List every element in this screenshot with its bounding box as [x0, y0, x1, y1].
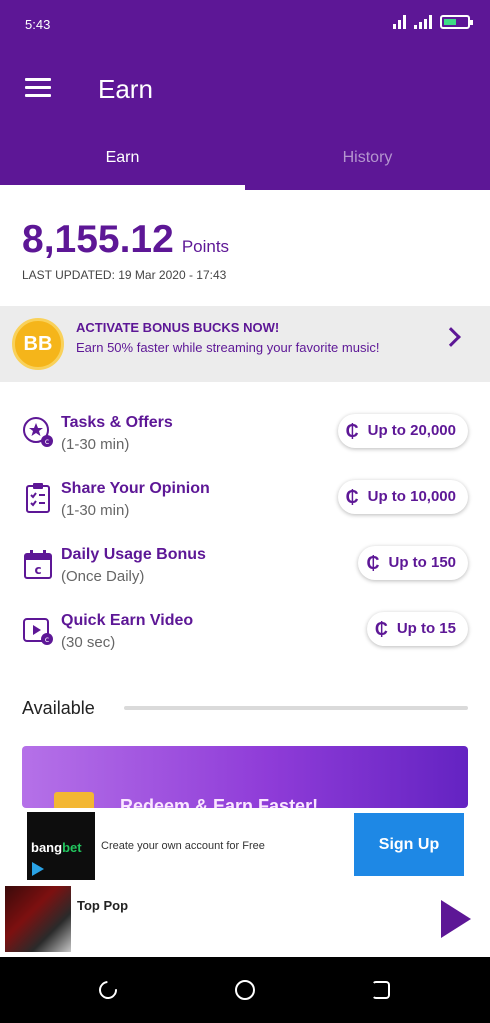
offer-row-tasks[interactable]: c Tasks & Offers (1-30 min) ₵ Up to 20,00…	[0, 412, 490, 472]
section-divider	[124, 706, 468, 710]
points-unit: Points	[181, 237, 230, 256]
redeem-text: Redeem & Earn Faster!	[120, 796, 319, 808]
reward-pill[interactable]: ₵ Up to 20,000	[337, 414, 468, 448]
coin-icon: ₵	[345, 421, 359, 441]
sign-up-button[interactable]: Sign Up	[354, 813, 464, 876]
tab-bar: Earn History	[0, 127, 490, 190]
available-heading: Available	[22, 698, 95, 718]
coin-icon: ₵	[374, 619, 388, 639]
album-art	[5, 886, 71, 952]
offer-duration: (1-30 min)	[61, 502, 130, 519]
reward-text: Up to 10,000	[367, 488, 456, 505]
back-icon[interactable]	[372, 981, 390, 999]
video-coin-icon: c	[23, 618, 53, 645]
tab-history[interactable]: History	[245, 127, 490, 190]
promo-title: ACTIVATE BONUS BUCKS NOW!	[76, 320, 280, 335]
offer-name: Tasks & Offers	[61, 414, 173, 431]
coin-icon: ₵	[345, 487, 359, 507]
page-title: Earn	[98, 74, 153, 104]
offer-duration: (1-30 min)	[61, 436, 130, 453]
bonus-bucks-banner[interactable]: BB ACTIVATE BONUS BUCKS NOW! Earn 50% fa…	[0, 306, 490, 382]
promo-subtitle: Earn 50% faster while streaming your fav…	[76, 340, 380, 355]
star-coin-icon: c	[23, 417, 53, 447]
bonus-bucks-badge-icon: BB	[12, 318, 64, 370]
signal-icon	[393, 15, 406, 29]
mini-player[interactable]: Top Pop	[0, 884, 490, 957]
home-icon[interactable]	[235, 980, 255, 1000]
reward-pill[interactable]: ₵ Up to 15	[366, 612, 468, 646]
song-title: Top Pop	[77, 898, 129, 913]
offer-row-survey[interactable]: Share Your Opinion (1-30 min) ₵ Up to 10,…	[0, 478, 490, 538]
gift-icon	[54, 792, 94, 808]
ad-brand: bang	[31, 840, 63, 855]
play-icon[interactable]	[441, 900, 471, 938]
system-nav-bar	[0, 957, 490, 1023]
status-icons	[393, 15, 473, 29]
calendar-icon: c	[24, 550, 52, 579]
reward-text: Up to 150	[388, 554, 456, 571]
battery-icon	[440, 15, 473, 29]
app-bar: Earn	[0, 52, 490, 127]
svg-text:c: c	[45, 635, 49, 644]
reward-pill[interactable]: ₵ Up to 150	[358, 546, 468, 580]
menu-icon[interactable]	[25, 78, 51, 98]
offer-name: Daily Usage Bonus	[61, 546, 206, 563]
points-value: 8,155.12	[22, 218, 174, 261]
points-balance: 8,155.12 Points	[22, 218, 229, 262]
last-updated: LAST UPDATED: 19 Mar 2020 - 17:43	[22, 268, 227, 282]
offer-row-video[interactable]: c Quick Earn Video (30 sec) ₵ Up to 15	[0, 610, 490, 670]
ad-brand-accent: bet	[62, 840, 82, 855]
svg-text:c: c	[45, 437, 49, 446]
reward-text: Up to 20,000	[367, 422, 456, 439]
redeem-card[interactable]: Redeem & Earn Faster!	[22, 746, 468, 808]
clipboard-icon	[26, 483, 50, 513]
status-bar: 5:43	[0, 0, 490, 52]
ad-play-icon	[32, 862, 44, 876]
reward-text: Up to 15	[396, 620, 456, 637]
chevron-right-icon[interactable]	[441, 327, 461, 347]
ad-logo: bangbet	[27, 812, 95, 880]
recent-apps-icon[interactable]	[95, 977, 121, 1003]
status-time: 5:43	[25, 17, 51, 32]
signal-2-icon	[414, 15, 432, 29]
offer-duration: (30 sec)	[61, 634, 116, 651]
offer-name: Share Your Opinion	[61, 480, 210, 497]
offer-row-daily[interactable]: c Daily Usage Bonus (Once Daily) ₵ Up to …	[0, 544, 490, 604]
coin-icon: ₵	[366, 553, 380, 573]
ad-text: Create your own account for Free	[101, 840, 265, 852]
tab-indicator	[0, 185, 245, 190]
reward-pill[interactable]: ₵ Up to 10,000	[337, 480, 468, 514]
tab-earn[interactable]: Earn	[0, 127, 245, 190]
offer-name: Quick Earn Video	[61, 612, 194, 629]
svg-text:c: c	[34, 563, 41, 577]
offer-duration: (Once Daily)	[61, 568, 145, 585]
ad-banner[interactable]: bangbet Create your own account for Free…	[0, 808, 490, 884]
